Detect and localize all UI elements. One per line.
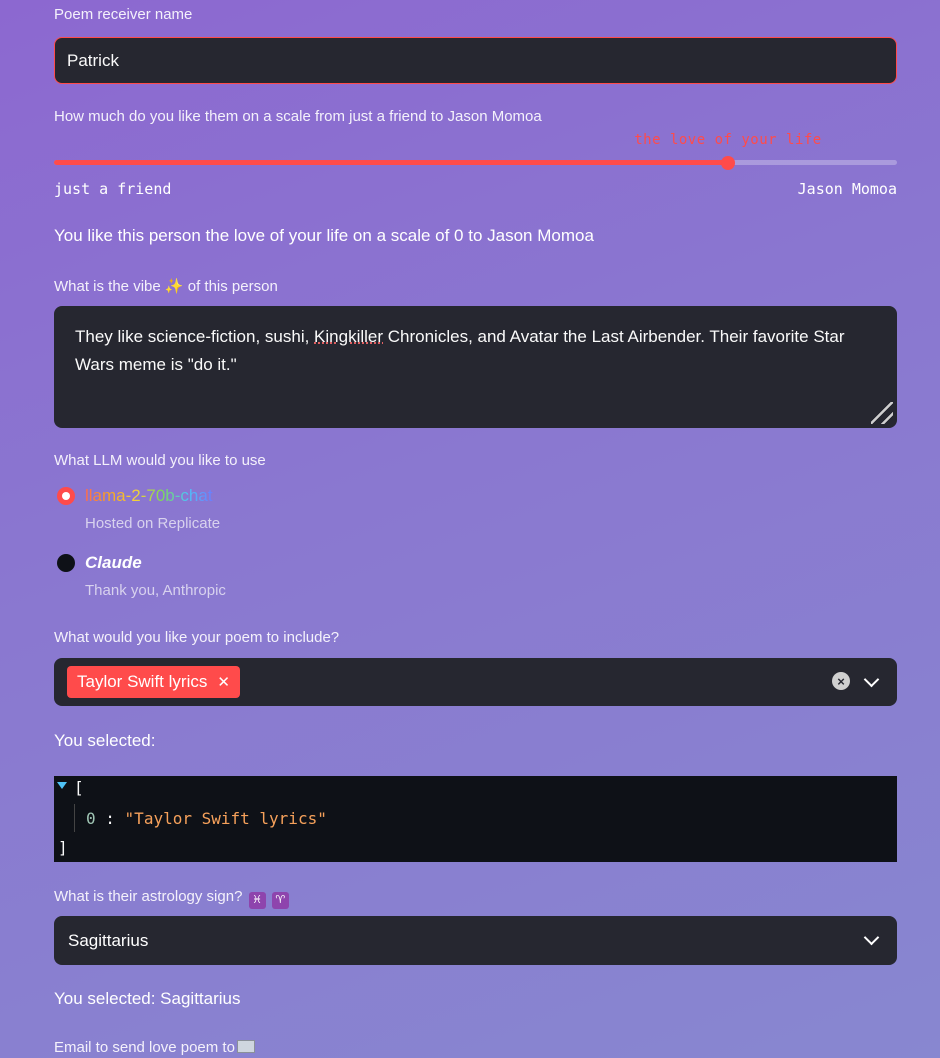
radio-claude[interactable] xyxy=(57,554,75,572)
pisces-icon: ♓ xyxy=(248,892,266,909)
json-index: 0 xyxy=(86,809,96,828)
aries-icon: ♈ xyxy=(271,892,289,909)
json-sep: : xyxy=(95,809,125,828)
vibe-label-end: of this person xyxy=(187,278,278,295)
chevron-down-icon[interactable] xyxy=(863,671,880,688)
slider-value-label: the love of your life xyxy=(634,132,822,148)
radio-llama[interactable] xyxy=(57,487,75,505)
slider-result-text: You like this person the love of your li… xyxy=(54,226,594,245)
remove-tag-icon[interactable]: ✕ xyxy=(217,673,230,691)
slider-max-label: Jason Momoa xyxy=(797,180,897,198)
name-label: Poem receiver name xyxy=(54,6,193,23)
vibe-text-misspelled: Kingkiller xyxy=(314,327,384,346)
tag-taylor-swift[interactable]: Taylor Swift lyrics ✕ xyxy=(67,666,240,698)
json-value: "Taylor Swift lyrics" xyxy=(124,809,327,828)
sign-result-text: You selected: Sagittarius xyxy=(54,989,241,1008)
sparkles-icon: ✨ xyxy=(164,278,184,295)
include-label: What would you like your poem to include… xyxy=(54,629,340,646)
email-label: Email to send love poem to xyxy=(54,1039,255,1056)
sign-label: What is their astrology sign? ♓ ♈ xyxy=(54,888,289,909)
json-viewer: [ 0 : "Taylor Swift lyrics" ] xyxy=(54,776,897,862)
include-multiselect[interactable]: Taylor Swift lyrics ✕ × xyxy=(54,658,897,706)
sign-label-text: What is their astrology sign? xyxy=(54,888,243,905)
envelope-icon xyxy=(236,1040,255,1053)
json-indent-guide xyxy=(74,804,75,832)
slider-thumb[interactable] xyxy=(721,155,735,170)
vibe-label-start: What is the vibe xyxy=(54,278,161,295)
slider-fill xyxy=(54,160,728,165)
vibe-textarea[interactable]: They like science-fiction, sushi, Kingki… xyxy=(54,306,897,428)
llm-label: What LLM would you like to use xyxy=(54,452,266,469)
json-close-bracket: ] xyxy=(58,838,68,857)
resize-handle-icon[interactable] xyxy=(871,402,893,424)
json-entry: 0 : "Taylor Swift lyrics" xyxy=(86,809,327,828)
slider-track[interactable] xyxy=(54,155,897,170)
vibe-label: What is the vibe ✨ of this person xyxy=(54,277,278,295)
receiver-name-input[interactable]: Patrick xyxy=(54,37,897,84)
slider-label: How much do you like them on a scale fro… xyxy=(54,108,542,125)
sign-select[interactable]: Sagittarius xyxy=(54,916,897,965)
llm-option-claude[interactable]: Claude xyxy=(85,553,142,573)
json-open-bracket: [ xyxy=(74,778,84,797)
llm-caption-llama: Hosted on Replicate xyxy=(85,515,221,532)
collapse-toggle-icon[interactable] xyxy=(57,782,67,789)
include-selected-label: You selected: xyxy=(54,731,156,750)
llm-option-llama[interactable]: llama-2-70b-chat xyxy=(85,486,213,506)
llm-caption-claude: Thank you, Anthropic xyxy=(85,582,226,599)
sign-select-value: Sagittarius xyxy=(68,930,149,950)
email-label-text: Email to send love poem to xyxy=(54,1039,235,1056)
slider-min-label: just a friend xyxy=(54,180,172,198)
vibe-text-part1: They like science-fiction, sushi, xyxy=(75,327,315,346)
clear-all-icon[interactable]: × xyxy=(832,672,850,690)
tag-label: Taylor Swift lyrics xyxy=(77,672,208,691)
chevron-down-icon[interactable] xyxy=(863,929,880,946)
